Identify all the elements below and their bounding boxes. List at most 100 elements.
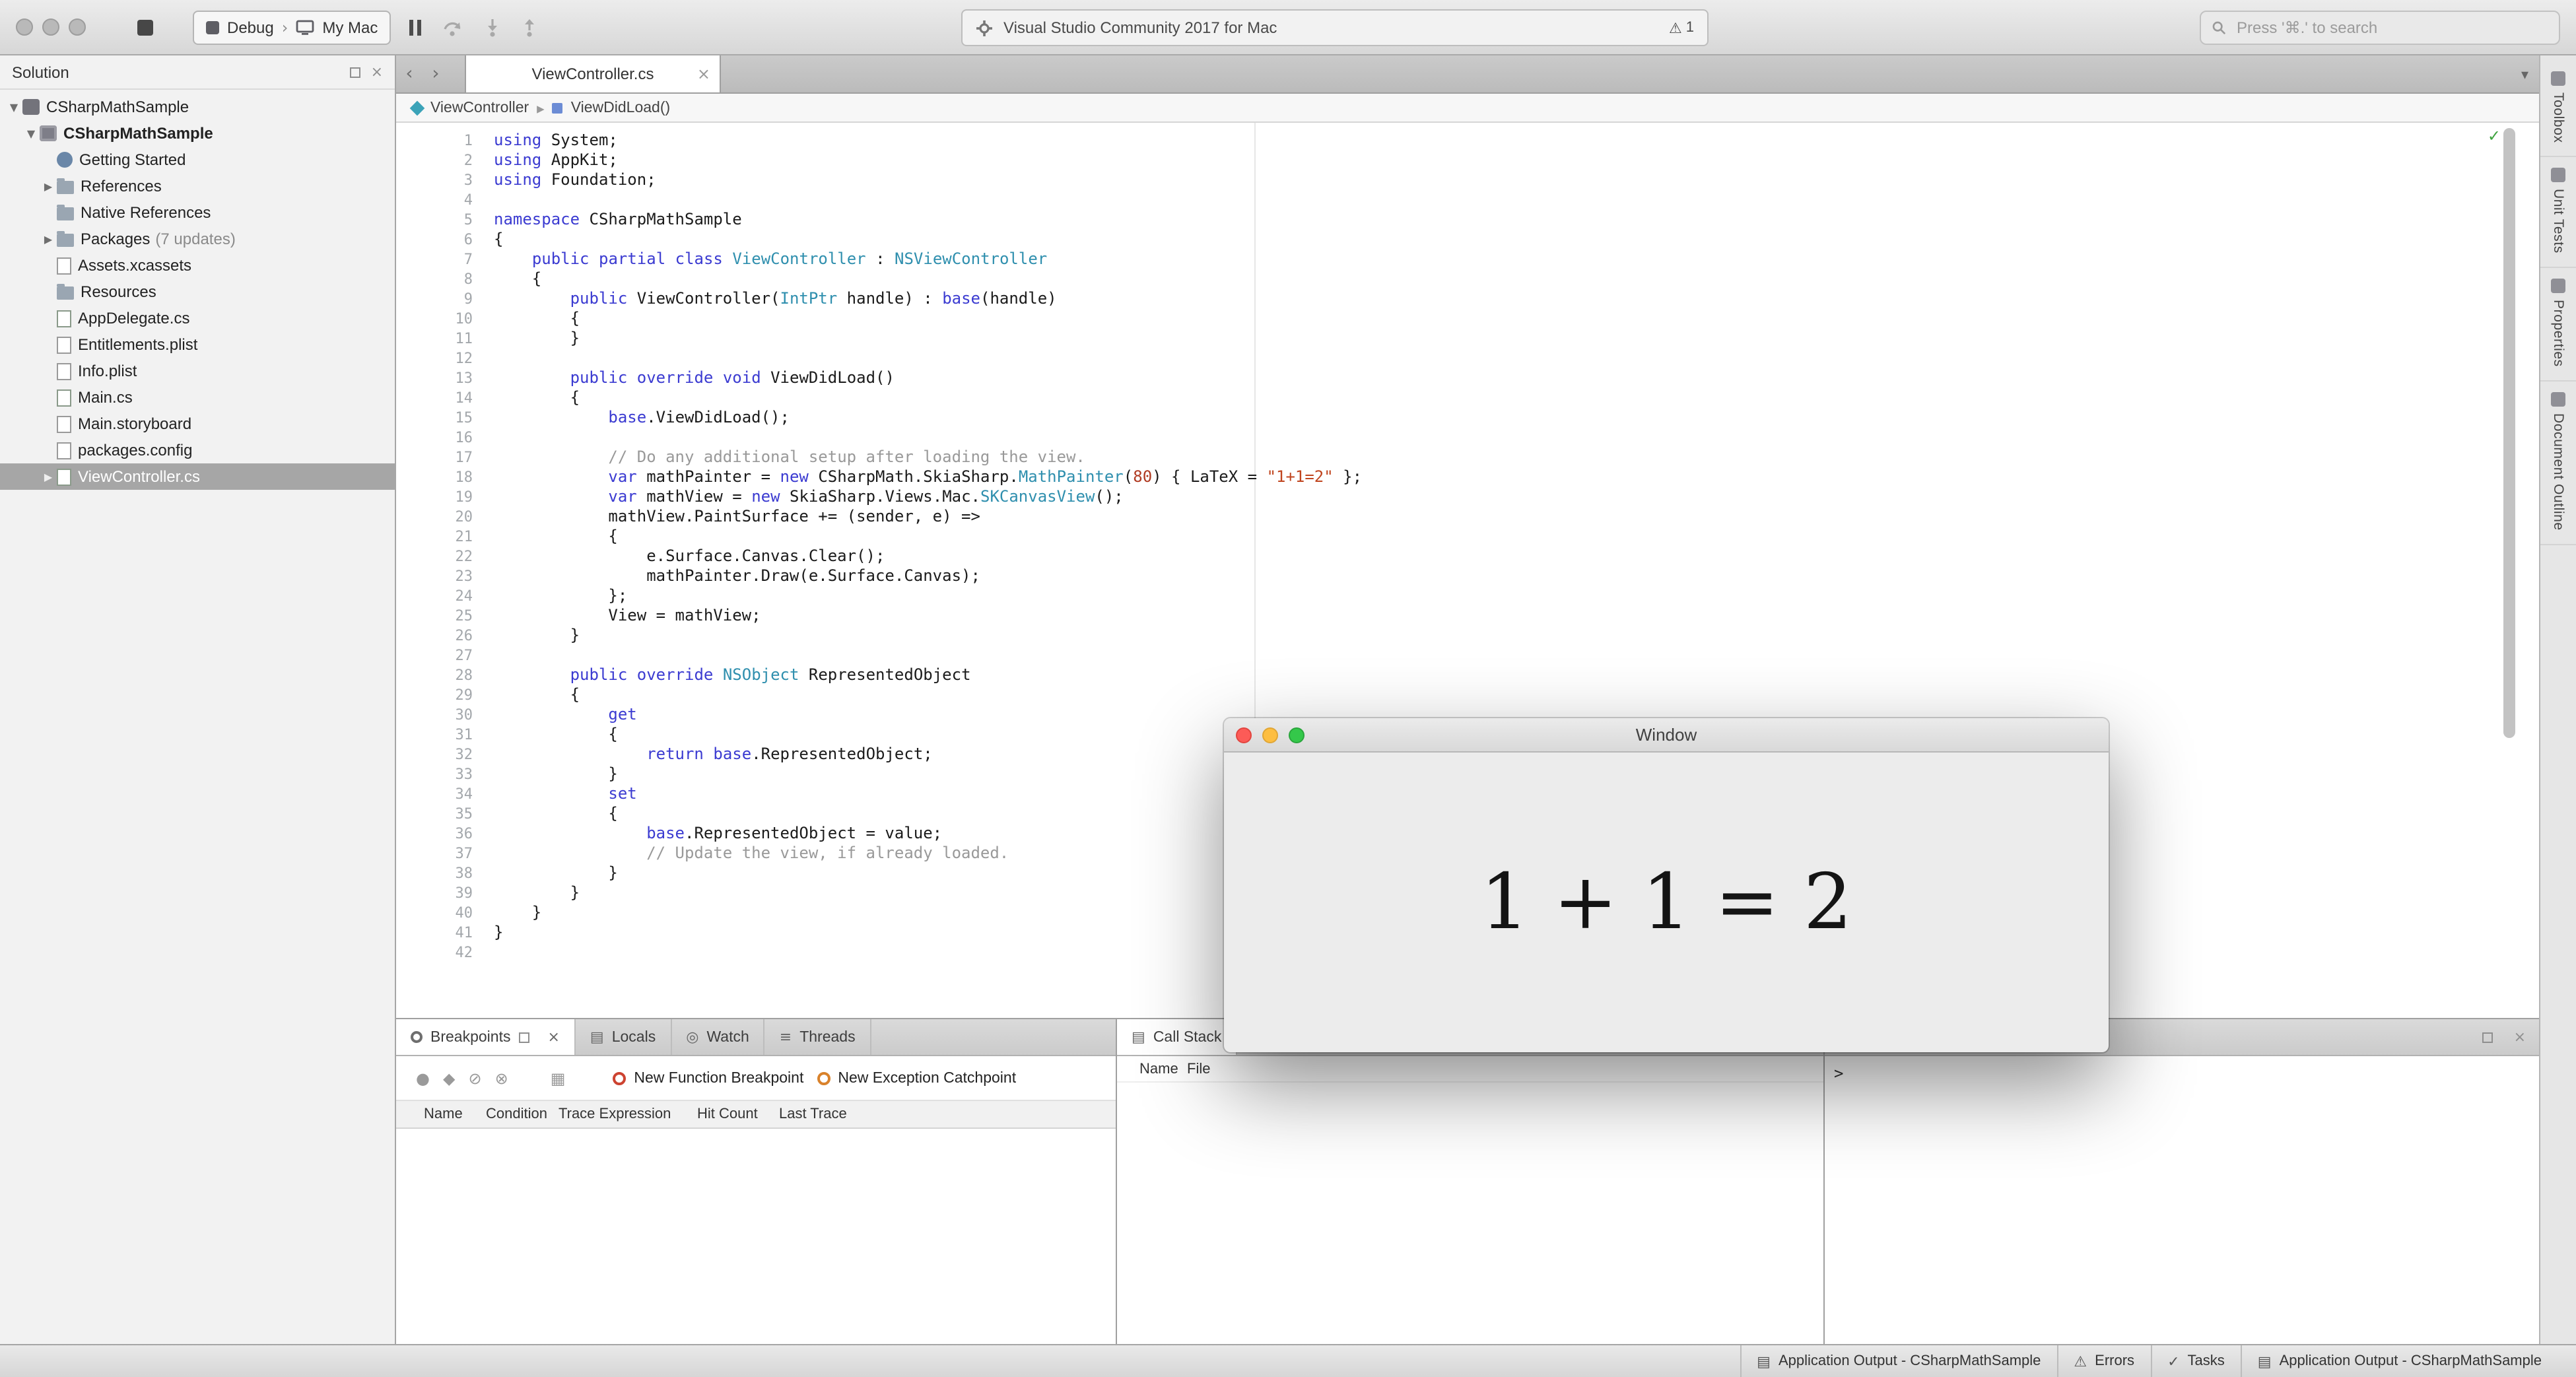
code-line[interactable]: View = mathView; [494,606,2486,626]
columns-button[interactable]: ▦ [551,1070,566,1086]
tab-threads[interactable]: ≡ Threads [765,1019,871,1055]
minimize-window-button[interactable] [1262,727,1278,743]
tab-viewcontroller-cs[interactable]: ViewController.cs × [465,55,721,92]
global-search[interactable] [2200,11,2560,45]
expander-icon[interactable]: ▼ [22,127,40,139]
column-header-file[interactable]: File [1187,1061,1210,1077]
stop-button[interactable] [129,13,161,42]
code-line[interactable] [494,190,2486,210]
scrollbar-thumb[interactable] [2503,128,2515,738]
auto-hide-icon[interactable] [349,67,360,77]
status-item-application-output-csharpmathsample[interactable]: ▤ Application Output - CSharpMathSample [2240,1345,2558,1377]
tree-item-info-plist[interactable]: Info.plist [0,358,395,384]
code-line[interactable]: { [494,309,2486,329]
column-header-hit-count[interactable]: Hit Count [697,1106,779,1122]
tab-overflow-button[interactable]: ▾ [2521,55,2528,92]
app-window[interactable]: Window 1 + 1 = 2 [1224,718,2109,1052]
close-icon[interactable]: × [2514,1030,2526,1044]
code-line[interactable]: var mathPainter = new CSharpMath.SkiaSha… [494,467,2486,487]
column-header-name[interactable]: Name [1139,1061,1187,1077]
tree-item-resources[interactable]: Resources [0,279,395,305]
search-input[interactable] [2234,17,2548,38]
code-line[interactable]: namespace CSharpMathSample [494,210,2486,230]
disable-breakpoints-button[interactable]: ⊘ [468,1070,481,1086]
code-line[interactable]: // Do any additional setup after loading… [494,448,2486,467]
run-configuration-selector[interactable]: Debug › My Mac [193,11,391,45]
tree-item-csharpmathsample[interactable]: ▼ CSharpMathSample [0,94,395,120]
column-header-name[interactable]: Name [424,1106,486,1122]
code-line[interactable]: using AppKit; [494,151,2486,170]
code-line[interactable]: base.ViewDidLoad(); [494,408,2486,428]
tree-item-main-cs[interactable]: Main.cs [0,384,395,411]
tree-item-getting-started[interactable]: Getting Started [0,147,395,173]
code-line[interactable]: mathView.PaintSurface += (sender, e) => [494,507,2486,527]
code-line[interactable]: using System; [494,131,2486,151]
auto-hide-icon[interactable] [2482,1032,2493,1042]
code-line[interactable]: { [494,230,2486,250]
expander-icon[interactable]: ▶ [40,180,57,192]
edit-breakpoint-button[interactable]: ◆ [443,1070,455,1086]
code-line[interactable]: { [494,269,2486,289]
column-header-trace-expression[interactable]: Trace Expression [559,1106,697,1122]
tree-item-entitlements-plist[interactable]: Entitlements.plist [0,331,395,358]
code-line[interactable]: e.Surface.Canvas.Clear(); [494,547,2486,566]
status-item-errors[interactable]: ⚠ Errors [2056,1345,2150,1377]
new-breakpoint-button[interactable]: ● [416,1070,430,1086]
tree-item-packages[interactable]: ▶ Packages (7 updates) [0,226,395,252]
column-header-condition[interactable]: Condition [486,1106,559,1122]
code-line[interactable]: { [494,685,2486,705]
code-line[interactable]: using Foundation; [494,170,2486,190]
new-exception-catchpoint-button[interactable]: New Exception Catchpoint [817,1070,1016,1086]
side-tab-properties[interactable]: Properties [2540,268,2576,382]
new-function-breakpoint-button[interactable]: New Function Breakpoint [613,1070,803,1086]
tree-item-csharpmathsample[interactable]: ▼ CSharpMathSample [0,120,395,147]
remove-breakpoints-button[interactable]: ⊗ [495,1070,508,1086]
tree-item-native-references[interactable]: Native References [0,199,395,226]
close-icon[interactable]: × [547,1030,559,1044]
code-line[interactable]: mathPainter.Draw(e.Surface.Canvas); [494,566,2486,586]
tree-item-assets-xcassets[interactable]: Assets.xcassets [0,252,395,279]
tab-watch[interactable]: ◎ Watch [671,1019,765,1055]
tree-item-references[interactable]: ▶ References [0,173,395,199]
navigate-forward-button[interactable]: › [423,55,449,92]
auto-hide-icon[interactable] [518,1032,529,1042]
pause-button[interactable] [409,20,421,36]
tab-breakpoints[interactable]: Breakpoints × [396,1019,576,1055]
tab-close-icon[interactable]: × [697,66,710,82]
code-line[interactable] [494,349,2486,368]
close-window-button[interactable] [16,18,33,36]
editor-scrollbar[interactable] [2503,125,2515,1015]
column-header-last-trace[interactable]: Last Trace [779,1106,847,1122]
device-label[interactable]: My Mac [322,18,378,37]
code-line[interactable] [494,646,2486,665]
step-over-button[interactable] [442,18,463,37]
zoom-window-button[interactable] [69,18,86,36]
expander-icon[interactable]: ▼ [5,101,22,113]
tab-locals[interactable]: ▤ Locals [576,1019,672,1055]
step-out-button[interactable] [522,18,537,37]
code-line[interactable]: var mathView = new SkiaSharp.Views.Mac.S… [494,487,2486,507]
code-line[interactable]: { [494,388,2486,408]
app-window-titlebar[interactable]: Window [1224,718,2109,753]
code-line[interactable]: } [494,626,2486,646]
breadcrumb-method[interactable]: ViewDidLoad() [571,100,670,116]
immediate-input[interactable]: > [1825,1056,2539,1083]
close-icon[interactable]: × [371,65,383,79]
tree-item-packages-config[interactable]: packages.config [0,437,395,463]
tree-item-viewcontroller-cs[interactable]: ▶ ViewController.cs [0,463,395,490]
code-line[interactable]: public ViewController(IntPtr handle) : b… [494,289,2486,309]
status-item-tasks[interactable]: ✓ Tasks [2150,1345,2241,1377]
side-tab-unit-tests[interactable]: Unit Tests [2540,158,2576,269]
tab-call-stack[interactable]: ▤ Call Stack [1117,1019,1238,1055]
side-tab-document-outline[interactable]: Document Outline [2540,382,2576,545]
navigate-back-button[interactable]: ‹ [396,55,423,92]
tree-item-appdelegate-cs[interactable]: AppDelegate.cs [0,305,395,331]
expander-icon[interactable]: ▶ [40,233,57,245]
tree-item-main-storyboard[interactable]: Main.storyboard [0,411,395,437]
close-window-button[interactable] [1236,727,1252,743]
warning-badge[interactable]: ⚠ 1 [1669,19,1694,36]
code-line[interactable] [494,428,2486,448]
code-line[interactable]: public partial class ViewController : NS… [494,250,2486,269]
code-line[interactable]: } [494,329,2486,349]
status-item-application-output-csharpmathsample[interactable]: ▤ Application Output - CSharpMathSample [1740,1345,2056,1377]
